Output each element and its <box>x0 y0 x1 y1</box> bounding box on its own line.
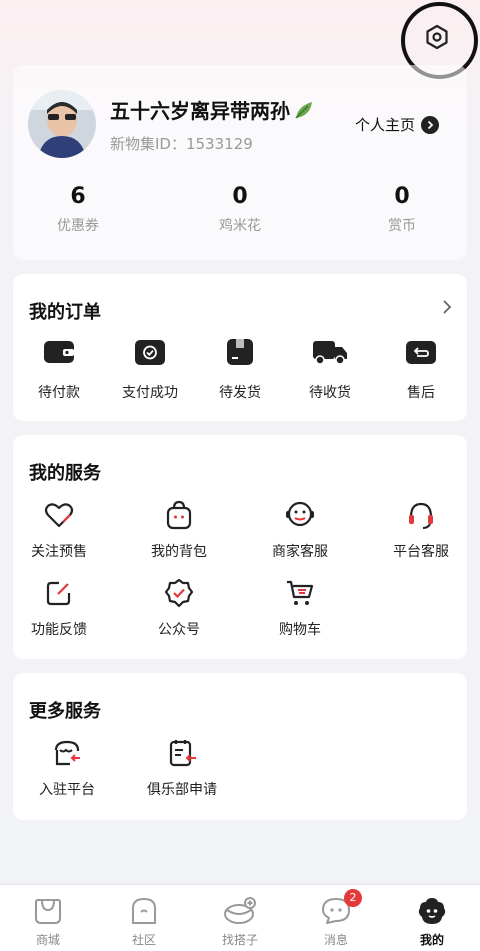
tab-mall[interactable]: 商城 <box>8 895 88 948</box>
backpack-icon <box>166 500 192 530</box>
tab-label: 我的 <box>419 933 444 947</box>
profile-icon <box>418 898 446 924</box>
tab-messages[interactable]: 2 消息 <box>296 889 376 948</box>
service-label: 商家客服 <box>272 544 328 560</box>
order-label: 支付成功 <box>122 385 178 401</box>
service-official-account[interactable]: 公众号 <box>129 577 229 639</box>
headset-icon <box>409 502 433 529</box>
tab-profile[interactable]: 我的 <box>392 895 472 948</box>
order-pending-receipt[interactable]: 待收货 <box>290 336 370 402</box>
arrow-right-icon <box>421 115 440 134</box>
merchant-support-icon <box>286 501 314 527</box>
leaf-icon <box>295 101 312 119</box>
mall-icon <box>35 899 61 924</box>
store-enter-icon <box>54 740 80 766</box>
order-label: 待发货 <box>219 385 261 401</box>
settings-icon <box>426 24 448 50</box>
tab-label: 消息 <box>323 933 348 947</box>
order-payment-success[interactable]: 支付成功 <box>110 336 190 402</box>
tab-label: 找搭子 <box>221 933 258 947</box>
service-club-apply[interactable]: 俱乐部申请 <box>132 737 232 799</box>
feedback-icon <box>46 581 71 606</box>
wallet-icon <box>44 341 74 363</box>
club-apply-icon <box>169 740 196 767</box>
tab-label: 社区 <box>131 933 156 947</box>
more-services-card: 更多服务 入驻平台 俱乐部申请 <box>13 673 467 820</box>
tab-label: 商城 <box>35 933 60 947</box>
stat-reward-coins[interactable]: 0 赏币 <box>352 183 452 235</box>
stat-value: 6 <box>70 184 86 209</box>
official-account-icon <box>164 578 194 608</box>
truck-icon <box>313 341 347 365</box>
stat-value: 0 <box>394 184 410 209</box>
message-count-badge: 2 <box>344 889 362 907</box>
find-partner-icon <box>224 897 256 924</box>
chevron-right-icon[interactable] <box>441 298 453 316</box>
payment-success-icon <box>135 340 165 365</box>
service-label: 俱乐部申请 <box>147 782 217 798</box>
services-card: 我的服务 关注预售 我的背包 商家客服 平台客服 功能反馈 公众号 购物车 <box>13 435 467 659</box>
stat-value: 0 <box>232 184 248 209</box>
service-label: 我的背包 <box>151 544 207 560</box>
stat-label: 鸡米花 <box>219 218 261 234</box>
service-merchant-support[interactable]: 商家客服 <box>250 499 350 561</box>
stat-label: 赏币 <box>388 218 416 234</box>
order-pending-shipment[interactable]: 待发货 <box>200 336 280 402</box>
service-cart[interactable]: 购物车 <box>250 577 350 639</box>
service-label: 入驻平台 <box>39 782 95 798</box>
service-label: 功能反馈 <box>31 622 87 638</box>
homepage-link[interactable]: 个人主页 <box>355 114 440 135</box>
service-label: 公众号 <box>158 622 200 638</box>
return-icon <box>406 341 436 364</box>
order-after-sales[interactable]: 售后 <box>381 336 461 402</box>
package-icon <box>227 339 253 365</box>
community-icon <box>132 898 156 924</box>
orders-card: 我的订单 待付款 支付成功 待发货 待收货 售后 <box>13 274 467 421</box>
tab-find-partner[interactable]: 找搭子 <box>200 895 280 948</box>
more-services-title: 更多服务 <box>29 701 101 722</box>
bottom-tab-bar: 商城 社区 找搭子 2 消息 我的 <box>0 884 480 951</box>
orders-title: 我的订单 <box>29 302 101 323</box>
service-label: 购物车 <box>279 622 321 638</box>
homepage-label: 个人主页 <box>355 116 416 134</box>
order-label: 待收货 <box>309 385 351 401</box>
stat-popcorn[interactable]: 0 鸡米花 <box>190 183 290 235</box>
order-label: 待付款 <box>38 385 80 401</box>
settings-button[interactable] <box>417 17 457 57</box>
stat-coupon[interactable]: 6 优惠券 <box>28 183 128 235</box>
service-join-platform[interactable]: 入驻平台 <box>17 737 117 799</box>
tab-community[interactable]: 社区 <box>104 895 184 948</box>
service-label: 关注预售 <box>31 544 87 560</box>
order-pending-payment[interactable]: 待付款 <box>19 336 99 402</box>
service-my-backpack[interactable]: 我的背包 <box>129 499 229 561</box>
heart-icon <box>44 503 74 528</box>
nickname: 五十六岁离异带两孙 <box>110 95 316 124</box>
user-id: 新物集ID：1533129 <box>110 135 253 153</box>
cart-icon <box>287 580 314 605</box>
service-label: 平台客服 <box>393 544 449 560</box>
service-feedback[interactable]: 功能反馈 <box>9 577 109 639</box>
service-platform-support[interactable]: 平台客服 <box>371 499 471 561</box>
order-label: 售后 <box>407 385 435 401</box>
avatar[interactable] <box>28 90 96 158</box>
services-title: 我的服务 <box>29 463 101 484</box>
nickname-text: 五十六岁离异带两孙 <box>110 99 290 123</box>
service-follow-presale[interactable]: 关注预售 <box>9 499 109 561</box>
stat-label: 优惠券 <box>57 218 99 234</box>
